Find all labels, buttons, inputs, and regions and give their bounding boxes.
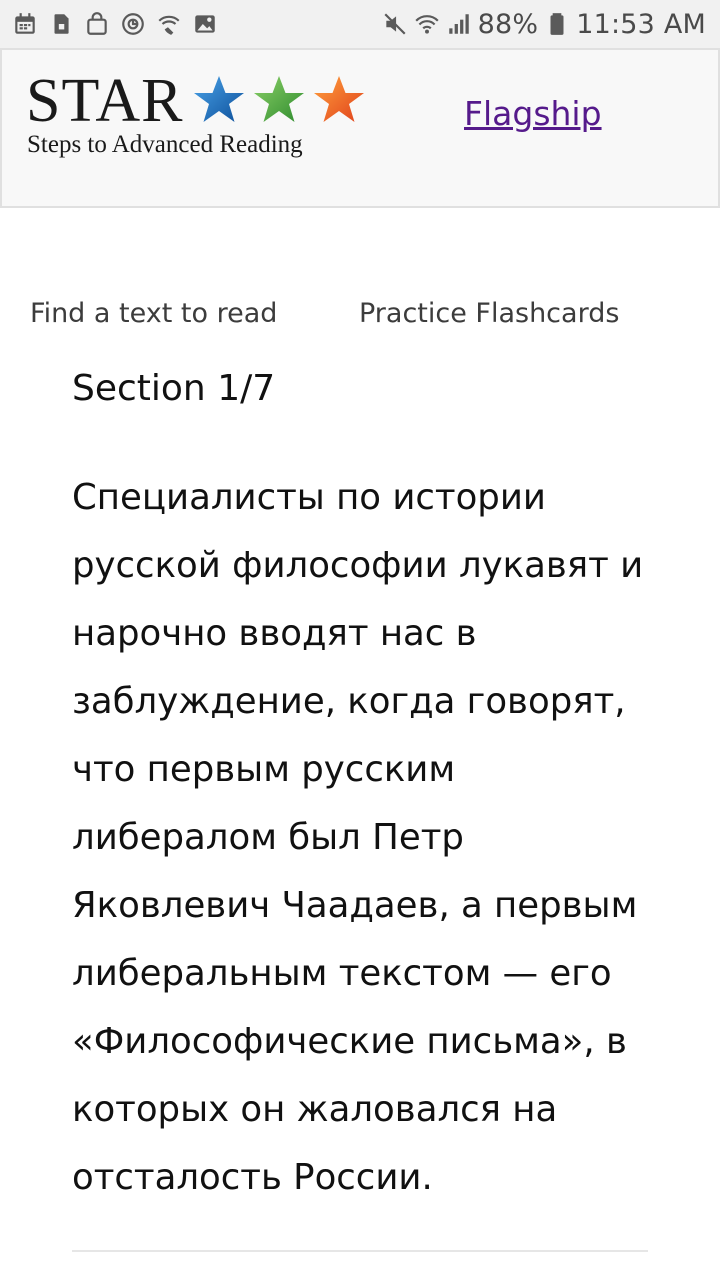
logo-tagline: Steps to Advanced Reading [27, 131, 303, 158]
passage-line[interactable]: нарочно вводят нас в [72, 600, 662, 668]
passage-line[interactable]: Яковлевич Чаадаев, а первым [72, 872, 662, 940]
section-heading: Section 1/7 [72, 368, 276, 409]
passage-line[interactable]: отсталость России. [72, 1144, 662, 1212]
passage-line[interactable]: которых он жаловался на [72, 1076, 662, 1144]
sync-icon [120, 11, 146, 37]
battery-icon [544, 11, 570, 37]
nav-find-text[interactable]: Find a text to read [30, 298, 277, 329]
status-right-icons: 88% 11:53 AM [376, 0, 706, 48]
status-bar: 88% 11:53 AM [0, 0, 720, 48]
star-blue-icon [194, 76, 244, 122]
passage-line[interactable]: «Философические письма», в [72, 1008, 662, 1076]
passage-line[interactable]: Специалисты по истории [72, 464, 662, 532]
logo-stars [194, 76, 364, 122]
star-orange-icon [314, 76, 364, 122]
star-logo[interactable]: STAR Steps to Advanced Reading [26, 70, 366, 180]
passage-line[interactable]: заблуждение, когда говорят, [72, 668, 662, 736]
signal-icon [446, 11, 472, 37]
passage-line[interactable]: либеральным текстом — его [72, 940, 662, 1008]
sim-card-icon [48, 11, 74, 37]
gallery-icon [192, 11, 218, 37]
passage-line[interactable]: что первым русским [72, 736, 662, 804]
nav-practice-flashcards[interactable]: Practice Flashcards [359, 298, 619, 329]
site-header: STAR Steps to Advanced Reading Flagship [0, 48, 720, 208]
main-nav: Find a text to read Practice Flashcards [0, 298, 720, 338]
shopping-bag-icon [84, 11, 110, 37]
star-green-icon [254, 76, 304, 122]
calendar-icon [12, 11, 38, 37]
passage-line[interactable]: либералом был Петр [72, 804, 662, 872]
reading-passage: Специалисты по истории русской философии… [72, 464, 662, 1212]
status-time: 11:53 AM [576, 8, 706, 40]
battery-percent: 88% [477, 8, 539, 40]
mute-icon [382, 11, 408, 37]
flagship-link[interactable]: Flagship [464, 94, 602, 133]
passage-line[interactable]: русской философии лукавят и [72, 532, 662, 600]
status-left-icons [12, 0, 228, 48]
logo-wordmark: STAR [26, 67, 184, 135]
wifi-icon [414, 11, 440, 37]
wifi-calling-icon [156, 11, 182, 37]
section-divider [72, 1250, 648, 1252]
